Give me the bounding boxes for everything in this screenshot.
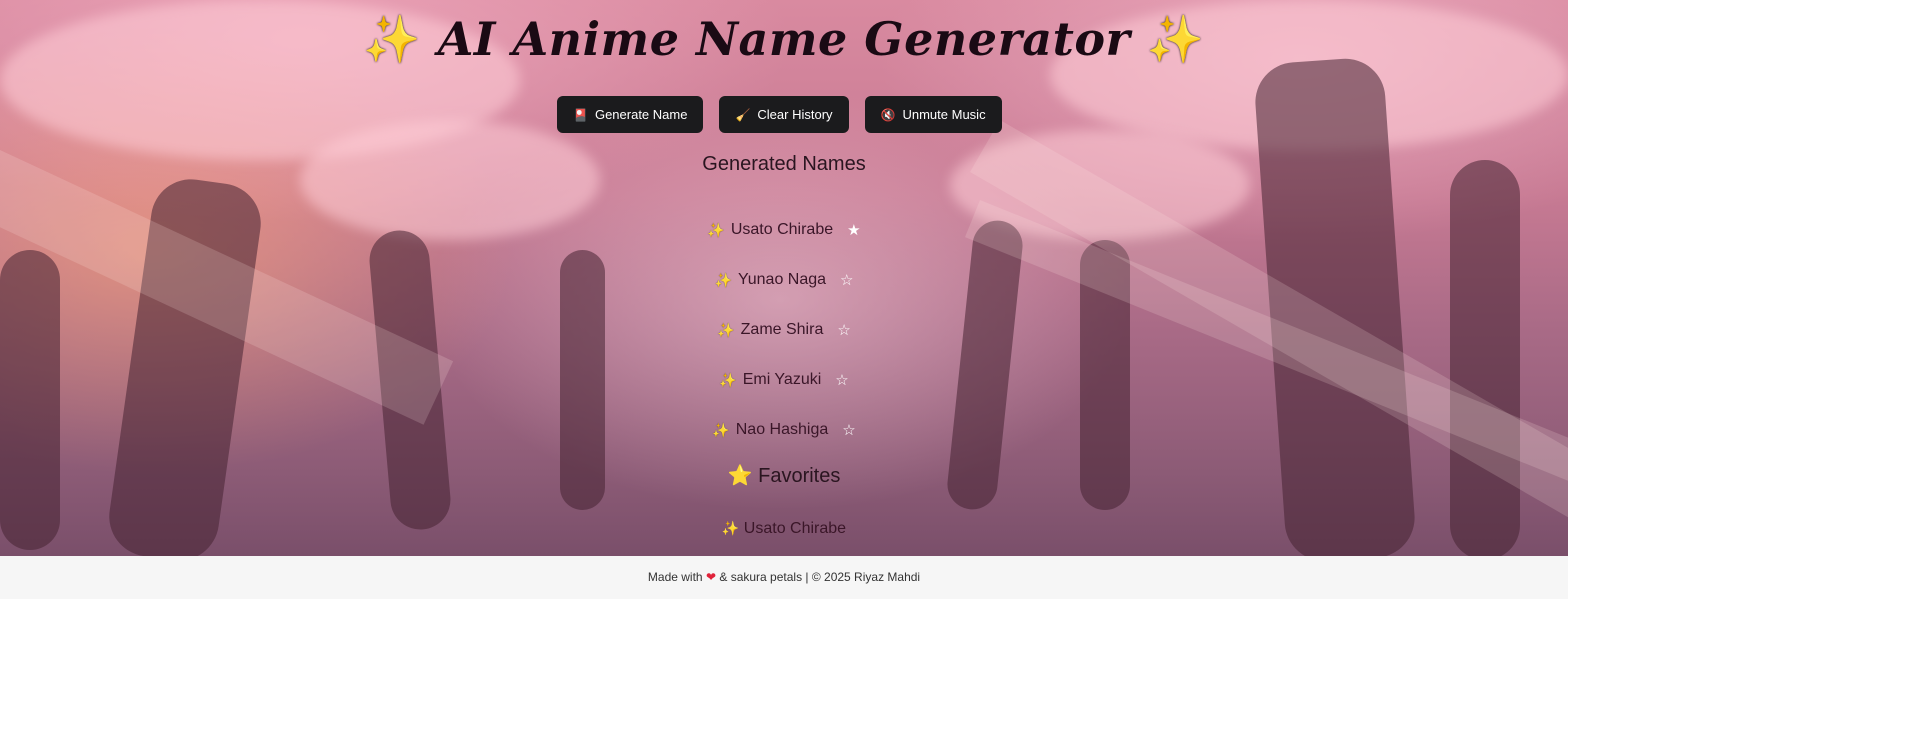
sparkle-icon: ✨ xyxy=(712,421,730,438)
sparkle-icon: ✨ xyxy=(717,321,735,338)
clear-history-button[interactable]: 🧹 Clear History xyxy=(719,96,849,133)
generated-name: Yunao Naga xyxy=(737,271,827,288)
star-outline-icon[interactable]: ☆ xyxy=(842,421,855,439)
favorites-list: ✨ Usato Chirabe xyxy=(0,520,1568,538)
generated-name: Emi Yazuki xyxy=(742,371,822,388)
generate-name-button[interactable]: 🎴 Generate Name xyxy=(557,96,704,133)
list-item: ✨ Nao Hashiga ☆ xyxy=(0,405,1568,455)
generated-name: Zame Shira xyxy=(740,321,824,338)
favorites-heading: ⭐ Favorites xyxy=(0,463,1568,488)
star-filled-icon[interactable]: ★ xyxy=(847,221,860,239)
sparkle-icon: ✨ xyxy=(714,271,732,288)
star-outline-icon[interactable]: ☆ xyxy=(837,321,850,339)
title-text: AI Anime Name Generator xyxy=(437,12,1131,66)
star-outline-icon[interactable]: ☆ xyxy=(840,271,853,289)
star-icon: ⭐ xyxy=(727,465,753,487)
sparkle-icon: ✨ xyxy=(721,520,740,536)
list-item: ✨ Zame Shira ☆ xyxy=(0,305,1568,355)
sparkle-icon: ✨ xyxy=(363,12,422,66)
broom-icon: 🧹 xyxy=(735,107,751,122)
favorite-name: Usato Chirabe xyxy=(743,520,847,537)
footer: Made with ❤ & sakura petals | © 2025 Riy… xyxy=(0,556,1568,599)
favorites-title: Favorites xyxy=(758,465,841,487)
unmute-music-button[interactable]: 🔇 Unmute Music xyxy=(864,96,1002,133)
generated-names-list: ✨ Usato Chirabe ★ ✨ Yunao Naga ☆ ✨ Zame … xyxy=(0,205,1568,455)
generate-name-label: Generate Name xyxy=(594,107,688,122)
list-item: ✨ Usato Chirabe ★ xyxy=(0,205,1568,255)
toolbar: 🎴 Generate Name 🧹 Clear History 🔇 Unmute… xyxy=(557,96,1002,133)
sparkle-icon: ✨ xyxy=(1146,12,1205,66)
star-outline-icon[interactable]: ☆ xyxy=(835,371,848,389)
footer-suffix: & sakura petals | © 2025 Riyaz Mahdi xyxy=(719,570,921,584)
list-item: ✨ Emi Yazuki ☆ xyxy=(0,355,1568,405)
muted-speaker-icon: 🔇 xyxy=(880,107,896,122)
sparkle-icon: ✨ xyxy=(707,221,725,238)
generated-name: Nao Hashiga xyxy=(735,421,829,438)
flower-card-icon: 🎴 xyxy=(573,107,588,122)
clear-history-label: Clear History xyxy=(757,107,833,122)
generated-names-heading: Generated Names xyxy=(702,153,866,175)
unmute-music-label: Unmute Music xyxy=(902,107,986,122)
list-item: ✨ Yunao Naga ☆ xyxy=(0,255,1568,305)
heart-icon: ❤ xyxy=(705,570,717,584)
footer-prefix: Made with xyxy=(647,570,703,584)
generated-name: Usato Chirabe xyxy=(730,221,834,238)
page-title: ✨ AI Anime Name Generator ✨ xyxy=(0,12,1568,67)
sparkle-icon: ✨ xyxy=(719,371,737,388)
